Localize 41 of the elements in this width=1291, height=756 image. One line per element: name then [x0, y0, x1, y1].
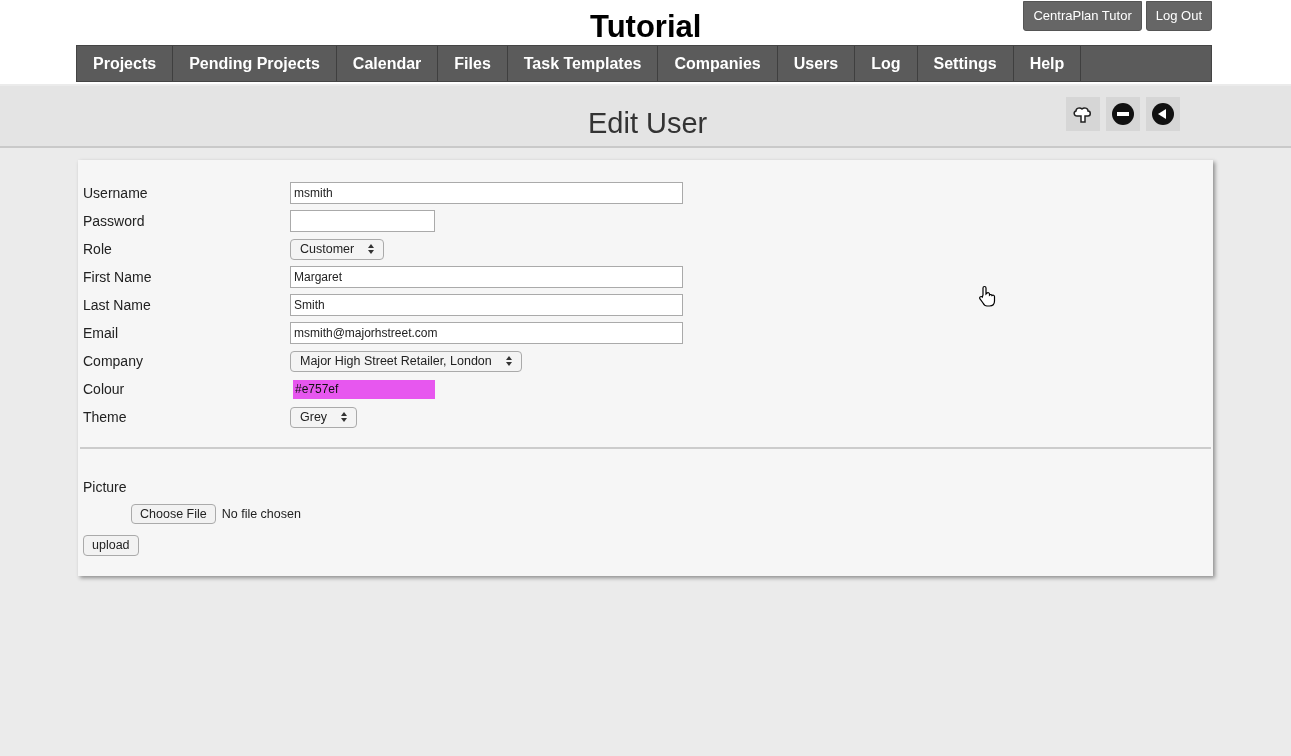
field-label: Email: [83, 323, 119, 343]
text-field[interactable]: msmith@majorhstreet.com: [290, 322, 683, 344]
field-label: Role: [83, 239, 113, 259]
choose-file-button[interactable]: Choose File: [131, 504, 216, 524]
field-label: First Name: [83, 267, 153, 287]
field-label: Picture: [83, 478, 128, 497]
up-down-arrows-icon: [368, 244, 375, 254]
password-field[interactable]: [290, 210, 435, 232]
field-label: Password: [83, 211, 146, 231]
up-down-arrows-icon: [505, 356, 512, 366]
nav-tab[interactable]: Help: [1013, 46, 1082, 81]
hand-pointer-icon: [978, 285, 996, 307]
up-down-arrows-icon: [341, 412, 348, 422]
field-label: Last Name: [83, 295, 152, 315]
nav-tab[interactable]: Pending Projects: [173, 46, 337, 81]
nav-tab[interactable]: Settings: [917, 46, 1014, 81]
text-field[interactable]: Smith: [290, 294, 683, 316]
nav-tab[interactable]: Log: [855, 46, 918, 81]
cloud-icon[interactable]: [1066, 97, 1100, 131]
field-label: Colour: [83, 379, 126, 399]
text-field[interactable]: Margaret: [290, 266, 683, 288]
dropdown[interactable]: Grey: [290, 406, 358, 428]
file-status: No file chosen: [221, 505, 301, 523]
site-title: Tutorial: [590, 8, 702, 46]
nav-tab[interactable]: Companies: [658, 46, 778, 81]
nav-tab[interactable]: Projects: [77, 46, 174, 81]
text-field[interactable]: msmith: [290, 182, 683, 204]
upload-button[interactable]: upload: [83, 535, 139, 556]
field-label: Username: [83, 183, 149, 203]
page-title: Edit User: [588, 106, 708, 141]
nav-tab[interactable]: Users: [777, 46, 856, 81]
account-button[interactable]: Log Out: [1145, 1, 1212, 31]
nav-tab[interactable]: Task Templates: [507, 46, 659, 81]
nav-tab[interactable]: Files: [438, 46, 508, 81]
dropdown[interactable]: Customer: [290, 238, 385, 260]
nav-tab[interactable]: Calendar: [336, 46, 439, 81]
field-label: Company: [83, 351, 144, 371]
colour-field[interactable]: #e757ef: [293, 379, 435, 399]
account-button[interactable]: CentraPlan Tutor: [1023, 1, 1142, 31]
dropdown[interactable]: Major High Street Retailer, London: [290, 350, 522, 372]
field-label: Theme: [83, 407, 128, 427]
